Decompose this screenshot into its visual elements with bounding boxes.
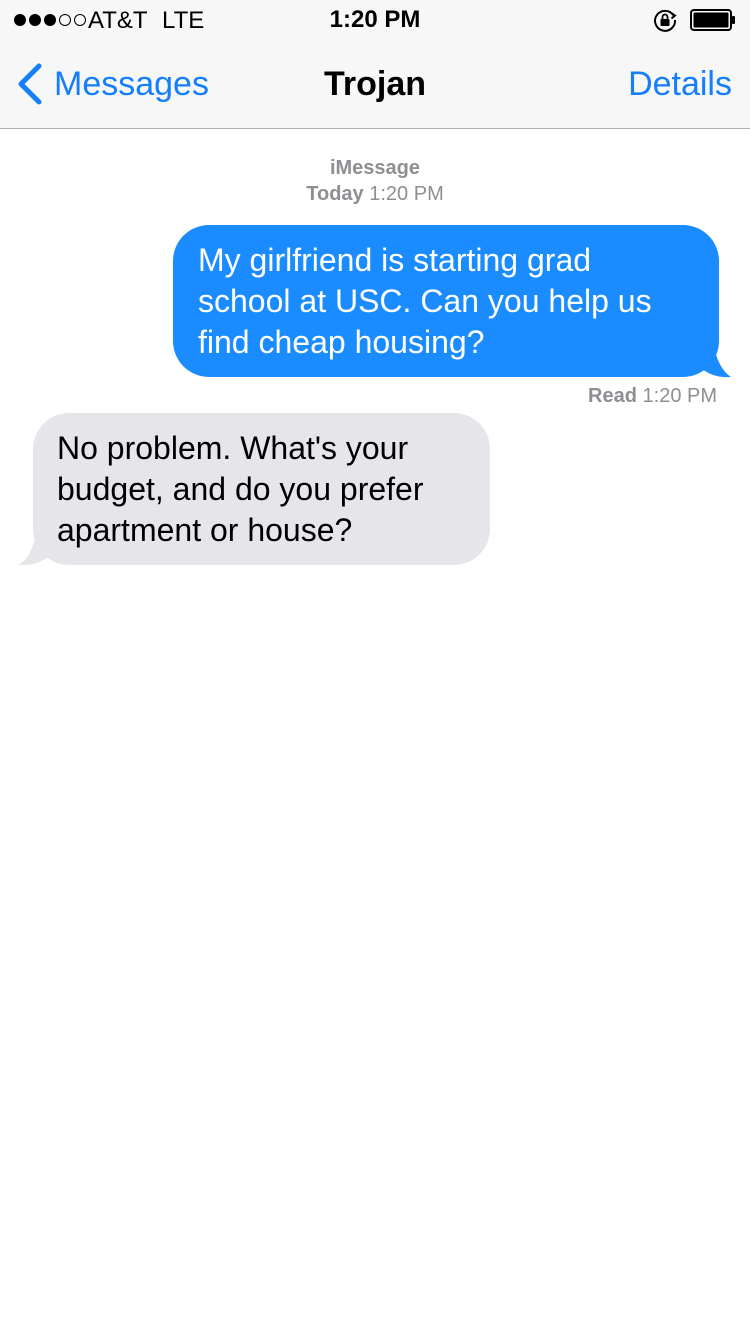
message-text-line: budget, and do you prefer — [57, 471, 424, 507]
incoming-message-bubble[interactable]: No problem. What's your budget, and do y… — [33, 413, 490, 565]
outgoing-bubble-tail — [700, 345, 731, 378]
message-text-line: No problem. What's your — [57, 430, 409, 466]
service-header: iMessage Today 1:20 PM — [0, 155, 750, 207]
message-text-line: My girlfriend is starting grad — [198, 242, 592, 278]
battery-icon — [690, 9, 735, 31]
status-bar: AT&T LTE 1:20 PM — [0, 0, 750, 40]
details-button[interactable]: Details — [628, 64, 732, 104]
incoming-bubble-tail — [19, 533, 50, 566]
read-receipt-time: 1:20 PM — [642, 385, 717, 407]
nav-bar: Messages Trojan Details — [0, 40, 750, 128]
back-button-label: Messages — [54, 65, 209, 103]
outgoing-message-bubble[interactable]: My girlfriend is starting grad school at… — [173, 225, 719, 377]
timestamp-date: Today — [306, 183, 364, 205]
read-receipt: Read 1:20 PM — [588, 383, 717, 409]
timestamp-header: Today 1:20 PM — [0, 181, 750, 207]
message-text-line: find cheap housing? — [198, 324, 485, 360]
message-text-line: apartment or house? — [57, 512, 353, 548]
status-time: 1:20 PM — [329, 6, 421, 33]
chevron-left-icon — [18, 63, 42, 105]
back-button[interactable]: Messages — [14, 62, 209, 106]
timestamp-time: 1:20 PM — [369, 183, 444, 205]
orientation-lock-icon — [654, 9, 677, 32]
service-name: iMessage — [329, 157, 421, 179]
read-receipt-label: Read — [588, 385, 637, 407]
top-chrome: AT&T LTE 1:20 PM Messages Trojan Details — [0, 0, 750, 129]
message-text-line: school at USC. Can you help us — [198, 283, 652, 319]
conversation-thread[interactable]: iMessage Today 1:20 PM My girlfriend is … — [0, 129, 750, 1334]
